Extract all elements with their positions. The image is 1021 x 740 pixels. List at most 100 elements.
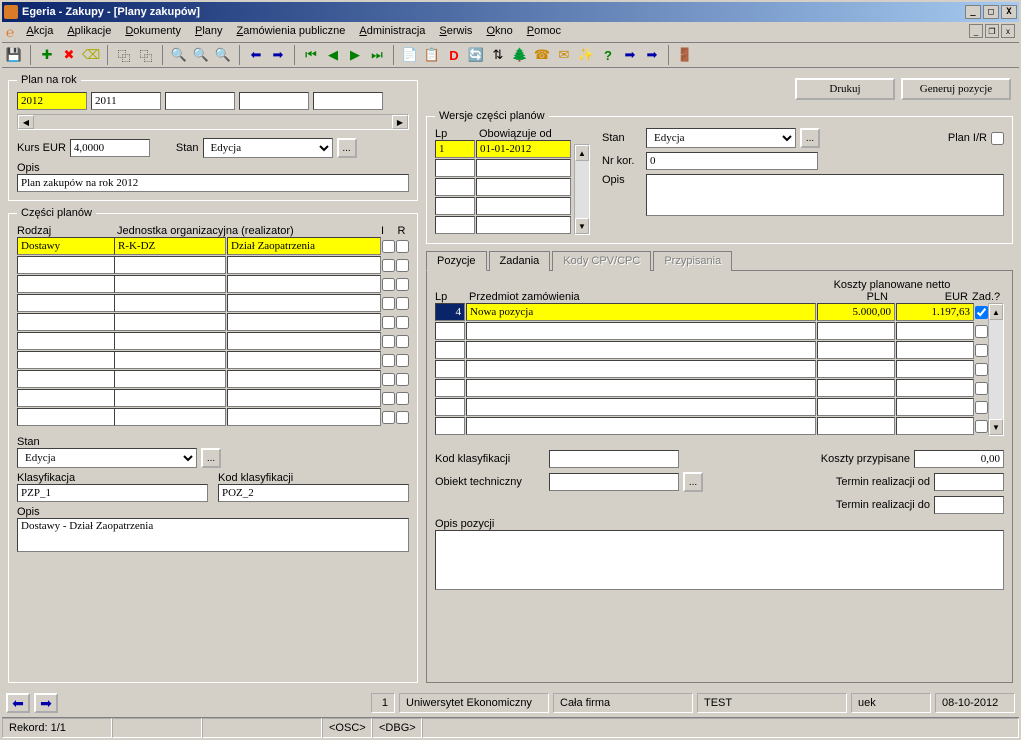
czesci-jedn-field[interactable] xyxy=(227,256,381,274)
czesci-r-checkbox[interactable] xyxy=(396,392,409,405)
poz-lp-field[interactable] xyxy=(435,398,465,416)
nav-prev-icon[interactable]: ➡ xyxy=(622,47,638,63)
opispoz-field[interactable] xyxy=(435,530,1004,590)
poz-lp-field[interactable] xyxy=(435,379,465,397)
czesci-i-checkbox[interactable] xyxy=(382,373,395,386)
poz-lp-field[interactable] xyxy=(435,360,465,378)
prev-icon[interactable]: ⬅ xyxy=(248,47,264,63)
cancelfind-icon[interactable]: 🔍 xyxy=(215,47,231,63)
year-3-field[interactable] xyxy=(165,92,235,110)
wersje-opis-field[interactable] xyxy=(646,174,1004,216)
clear-icon[interactable]: ⌫ xyxy=(83,47,99,63)
czesci-r-checkbox[interactable] xyxy=(396,316,409,329)
poz-eur-field[interactable] xyxy=(896,417,974,435)
close-button[interactable]: X xyxy=(1001,5,1017,19)
czesci-kod-field[interactable] xyxy=(114,237,226,255)
poz-pln-field[interactable] xyxy=(817,341,895,359)
generuj-button[interactable]: Generuj pozycje xyxy=(901,78,1011,100)
maximize-button[interactable]: □ xyxy=(983,5,999,19)
czesci-opis-field[interactable]: Dostawy - Dział Zaopatrzenia xyxy=(17,518,409,552)
tab-kody[interactable]: Kody CPV/CPC xyxy=(552,251,651,271)
czesci-r-checkbox[interactable] xyxy=(396,354,409,367)
czesci-i-checkbox[interactable] xyxy=(382,297,395,310)
czesci-jedn-field[interactable] xyxy=(227,370,381,388)
year-2-field[interactable] xyxy=(91,92,161,110)
klas-field[interactable] xyxy=(17,484,208,502)
poz-eur-field[interactable] xyxy=(896,379,974,397)
czesci-jedn-field[interactable] xyxy=(227,351,381,369)
find-icon[interactable]: 🔍 xyxy=(171,47,187,63)
poz-zad-checkbox[interactable] xyxy=(975,306,988,319)
menu-administracja[interactable]: Administracja xyxy=(357,24,427,40)
poz-przedmiot-field[interactable] xyxy=(466,322,816,340)
czesci-i-checkbox[interactable] xyxy=(382,392,395,405)
pozycje-scrollbar[interactable]: ▲▼ xyxy=(988,303,1004,436)
czesci-i-checkbox[interactable] xyxy=(382,316,395,329)
poz-lp-field[interactable] xyxy=(435,303,465,321)
czesci-kod-field[interactable] xyxy=(114,256,226,274)
kosztyprzyp-field[interactable] xyxy=(914,450,1004,468)
poz-przedmiot-field[interactable] xyxy=(466,417,816,435)
poz-eur-field[interactable] xyxy=(896,322,974,340)
poz-eur-field[interactable] xyxy=(896,360,974,378)
poz-pln-field[interactable] xyxy=(817,303,895,321)
obiekt-field[interactable] xyxy=(549,473,679,491)
czesci-r-checkbox[interactable] xyxy=(396,373,409,386)
menu-akcja[interactable]: Akcja xyxy=(24,24,55,40)
menu-aplikacje[interactable]: Aplikacje xyxy=(65,24,113,40)
year-5-field[interactable] xyxy=(313,92,383,110)
czesci-kod-field[interactable] xyxy=(114,351,226,369)
doc-icon[interactable]: 📄 xyxy=(402,47,418,63)
wersje-lp-field[interactable] xyxy=(435,140,475,158)
mdi-restore-button[interactable]: ❐ xyxy=(985,24,999,38)
wersje-od-field[interactable] xyxy=(476,178,571,196)
first-icon[interactable]: ⏮ xyxy=(303,47,319,63)
last-icon[interactable]: ⏭ xyxy=(369,47,385,63)
menu-pomoc[interactable]: Pomoc xyxy=(525,24,563,40)
stan-lookup-button[interactable]: ... xyxy=(337,138,357,158)
kurs-eur-field[interactable] xyxy=(70,139,150,157)
tab-pozycje[interactable]: Pozycje xyxy=(426,251,487,271)
menu-plany[interactable]: Plany xyxy=(193,24,225,40)
save-icon[interactable]: 💾 xyxy=(6,47,22,63)
mail-icon[interactable]: ✉ xyxy=(556,47,572,63)
poz-przedmiot-field[interactable] xyxy=(466,303,816,321)
nav-back-button[interactable]: ⬅ xyxy=(6,693,30,713)
czesci-i-checkbox[interactable] xyxy=(382,335,395,348)
poz-przedmiot-field[interactable] xyxy=(466,398,816,416)
mdi-close-button[interactable]: x xyxy=(1001,24,1015,38)
czesci-kod-field[interactable] xyxy=(114,294,226,312)
refresh-icon[interactable]: 🔄 xyxy=(468,47,484,63)
czesci-kod-field[interactable] xyxy=(114,408,226,426)
czesci-jedn-field[interactable] xyxy=(227,389,381,407)
wersje-stan-select[interactable]: Edycja xyxy=(646,128,796,148)
czesci-r-checkbox[interactable] xyxy=(396,240,409,253)
poz-zad-checkbox[interactable] xyxy=(975,363,988,376)
czesci-i-checkbox[interactable] xyxy=(382,411,395,424)
poz-eur-field[interactable] xyxy=(896,303,974,321)
year-1-field[interactable] xyxy=(17,92,87,110)
stan-select[interactable]: Edycja xyxy=(203,138,333,158)
czesci-kod-field[interactable] xyxy=(114,313,226,331)
nav-fwd-button[interactable]: ➡ xyxy=(34,693,58,713)
wersje-lp-field[interactable] xyxy=(435,197,475,215)
year-4-field[interactable] xyxy=(239,92,309,110)
czesci-stan-select[interactable]: Edycja xyxy=(17,448,197,468)
back-icon[interactable]: ◀ xyxy=(325,47,341,63)
add-icon[interactable]: ✚ xyxy=(39,47,55,63)
czesci-r-checkbox[interactable] xyxy=(396,278,409,291)
nav-next-icon[interactable]: ➡ xyxy=(644,47,660,63)
poz-lp-field[interactable] xyxy=(435,417,465,435)
czesci-r-checkbox[interactable] xyxy=(396,335,409,348)
czesci-i-checkbox[interactable] xyxy=(382,240,395,253)
poz-lp-field[interactable] xyxy=(435,341,465,359)
czesci-jedn-field[interactable] xyxy=(227,408,381,426)
phone-icon[interactable]: ☎ xyxy=(534,47,550,63)
drukuj-button[interactable]: Drukuj xyxy=(795,78,895,100)
tree-icon[interactable]: 🌲 xyxy=(512,47,528,63)
czesci-kod-field[interactable] xyxy=(114,389,226,407)
obiekt-lookup-button[interactable]: ... xyxy=(683,472,703,492)
wersje-od-field[interactable] xyxy=(476,216,571,234)
years-scrollbar[interactable]: ◀▶ xyxy=(17,114,409,130)
wersje-stan-lookup-button[interactable]: ... xyxy=(800,128,820,148)
